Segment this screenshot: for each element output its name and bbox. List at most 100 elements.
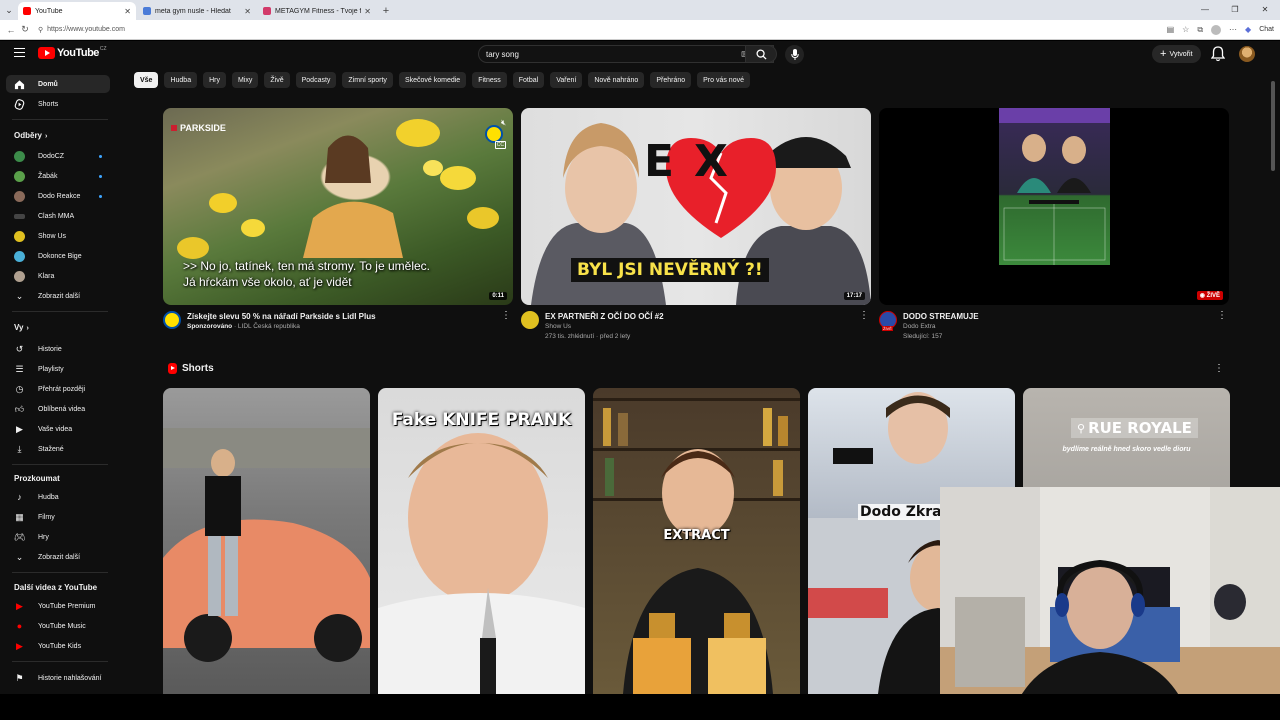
sidebar-item-films[interactable]: ▦ Filmy	[6, 508, 110, 526]
collections-icon[interactable]: ⧉	[1197, 25, 1203, 35]
chip-watched[interactable]: Přehráno	[650, 72, 692, 88]
chip-live[interactable]: Živě	[264, 72, 290, 88]
mute-icon[interactable]: 🔇︎	[501, 118, 506, 128]
browser-tab-metagym[interactable]: METAGYM Fitness - Tvoje fitko za... ✕	[258, 2, 376, 20]
chip-fitness[interactable]: Fitness	[472, 72, 507, 88]
chip-all[interactable]: Vše	[134, 72, 159, 88]
back-icon[interactable]: ←	[4, 25, 18, 35]
sidebar-item-youtube-kids[interactable]: ▶ YouTube Kids	[6, 637, 110, 655]
sidebar-item-label: Zobrazit další	[38, 553, 81, 561]
sidebar-item-history[interactable]: ↺ Historie	[6, 340, 110, 358]
voice-search-button[interactable]	[785, 45, 804, 64]
sidebar-item-show-us[interactable]: Show Us	[6, 227, 110, 245]
sidebar-show-more-explore[interactable]: ⌄ Zobrazit další	[6, 548, 110, 566]
tab-list-icon[interactable]: ⌄	[0, 0, 18, 20]
channel-name[interactable]: LIDL Česká republika	[238, 323, 300, 330]
browser-tab-youtube[interactable]: YouTube ✕	[18, 2, 136, 20]
chip-mixes[interactable]: Mixy	[232, 72, 259, 88]
sidebar-item-gaming[interactable]: 🎮︎ Hry	[6, 528, 110, 546]
chip-podcasts[interactable]: Podcasty	[295, 72, 337, 88]
account-avatar[interactable]	[1239, 46, 1255, 62]
search-box[interactable]: tary song ⌨ ✕	[478, 45, 774, 63]
video-title[interactable]: DODO STREAMUJE	[903, 312, 979, 321]
sidebar-item-playlists[interactable]: ☰ Playlisty	[6, 360, 110, 378]
chip-new-to-you[interactable]: Pro vás nové	[697, 72, 750, 88]
video-thumbnail[interactable]: EX BYL JSI NEVĚRNÝ ?! 17:17	[521, 108, 871, 305]
video-card[interactable]: ◉ ŽIVĚ ŽIVĚ DODO STREAMUJE Dodo Extra Sl…	[879, 108, 1229, 351]
channel-avatar[interactable]	[521, 311, 539, 329]
subscriptions-header[interactable]: Odběry ›	[14, 131, 47, 140]
sidebar-item-zabak[interactable]: Žabák	[6, 167, 110, 185]
site-info-icon[interactable]: ⚲	[38, 26, 43, 34]
create-button[interactable]: + Vytvořit	[1152, 45, 1201, 63]
chip-cooking[interactable]: Vaření	[550, 72, 583, 88]
url-field[interactable]: ⚲ https://www.youtube.com	[38, 26, 1167, 34]
sidebar-item-dodo-reakce[interactable]: Dodo Reakce	[6, 187, 110, 205]
sidebar-item-dokonce-bige[interactable]: Dokonce Bige	[6, 247, 110, 265]
video-card[interactable]: EX BYL JSI NEVĚRNÝ ?! 17:17 EX PARTNEŘI …	[521, 108, 871, 351]
search-button[interactable]	[745, 45, 777, 63]
sidebar-item-home[interactable]: Domů	[6, 75, 110, 93]
short-card[interactable]	[163, 388, 370, 694]
short-card[interactable]: EXTRACT	[593, 388, 800, 694]
chip-games[interactable]: Hry	[203, 72, 226, 88]
close-tab-icon[interactable]: ✕	[364, 7, 371, 16]
chip-sketch-comedy[interactable]: Skečové komedie	[398, 72, 467, 88]
reload-icon[interactable]: ↻	[18, 24, 32, 35]
sidebar-item-label: Historie nahlašování	[38, 674, 102, 682]
logo-country: CZ	[99, 46, 107, 52]
maximize-icon[interactable]: ❐	[1220, 0, 1250, 20]
copilot-icon[interactable]: ◆	[1245, 25, 1251, 34]
search-input[interactable]: tary song	[486, 50, 741, 59]
captions-icon[interactable]: CC	[494, 141, 506, 149]
video-thumbnail[interactable]: PARKSIDE 🔇︎ CC >> No jo, tatínek, ten má…	[163, 108, 513, 305]
sidebar-item-watch-later[interactable]: ◷ Přehrát později	[6, 380, 110, 398]
channel-name[interactable]: Show Us	[545, 323, 571, 330]
sidebar-item-liked[interactable]: 👍︎ Oblíbená videa	[6, 400, 110, 418]
close-window-icon[interactable]: ✕	[1250, 0, 1280, 20]
sidebar-item-shorts[interactable]: Shorts	[6, 95, 110, 113]
notifications-icon[interactable]	[1211, 46, 1225, 62]
sidebar-item-clash-mma[interactable]: Clash MMA	[6, 207, 110, 225]
video-thumbnail[interactable]: ◉ ŽIVĚ	[879, 108, 1229, 305]
sidebar-item-dodocz[interactable]: DodoCZ	[6, 147, 110, 165]
channel-avatar[interactable]	[163, 311, 181, 329]
chip-football[interactable]: Fotbal	[512, 72, 545, 88]
sidebar-item-downloads[interactable]: ⤓ Stažené	[6, 440, 110, 458]
browser-tab-search[interactable]: meta gym nusle - Hledat ✕	[138, 2, 256, 20]
shorts-more-icon[interactable]: ⋮	[1214, 363, 1224, 374]
more-icon[interactable]: ⋯	[1229, 25, 1237, 34]
video-title[interactable]: EX PARTNEŘI Z OČÍ DO OČÍ #2	[545, 312, 664, 321]
more-actions-icon[interactable]: ⋮	[859, 311, 869, 321]
chip-recently-uploaded[interactable]: Nově nahráno	[588, 72, 645, 88]
close-tab-icon[interactable]: ✕	[124, 7, 131, 16]
youtube-logo[interactable]: YouTube CZ	[38, 46, 107, 59]
sidebar-item-youtube-music[interactable]: ● YouTube Music	[6, 617, 110, 635]
minimize-icon[interactable]: —	[1190, 0, 1220, 20]
new-tab-icon[interactable]: +	[378, 2, 394, 20]
reader-icon[interactable]: ▤	[1167, 25, 1175, 34]
chat-label[interactable]: Chat	[1259, 26, 1274, 33]
close-tab-icon[interactable]: ✕	[244, 7, 251, 16]
favorite-icon[interactable]: ☆	[1182, 25, 1189, 34]
channel-avatar[interactable]: ŽIVĚ	[879, 311, 897, 331]
channel-avatar	[14, 250, 25, 262]
sidebar-show-more-subscriptions[interactable]: ⌄ Zobrazit další	[6, 287, 110, 305]
more-actions-icon[interactable]: ⋮	[501, 311, 511, 321]
chip-music[interactable]: Hudba	[164, 72, 198, 88]
more-actions-icon[interactable]: ⋮	[1217, 311, 1227, 321]
profile-icon[interactable]	[1211, 24, 1222, 35]
sidebar-item-youtube-premium[interactable]: ▶ YouTube Premium	[6, 597, 110, 615]
you-header[interactable]: Vy ›	[14, 323, 29, 332]
sidebar-item-music[interactable]: ♪ Hudba	[6, 488, 110, 506]
video-title[interactable]: Získejte slevu 50 % na nářadí Parkside s…	[187, 312, 376, 321]
menu-icon[interactable]	[14, 48, 25, 57]
channel-name[interactable]: Dodo Extra	[903, 323, 936, 330]
video-card[interactable]: PARKSIDE 🔇︎ CC >> No jo, tatínek, ten má…	[163, 108, 513, 351]
sidebar-item-your-videos[interactable]: ▶ Vaše videa	[6, 420, 110, 438]
sidebar-item-report-history[interactable]: ⚑ Historie nahlašování	[6, 669, 110, 687]
short-card[interactable]: Fake KNIFE PRANK	[378, 388, 585, 694]
sidebar-item-klara[interactable]: Klara	[6, 267, 110, 285]
chip-winter-sports[interactable]: Zimní sporty	[342, 72, 393, 88]
page-scrollbar[interactable]	[1271, 81, 1275, 171]
